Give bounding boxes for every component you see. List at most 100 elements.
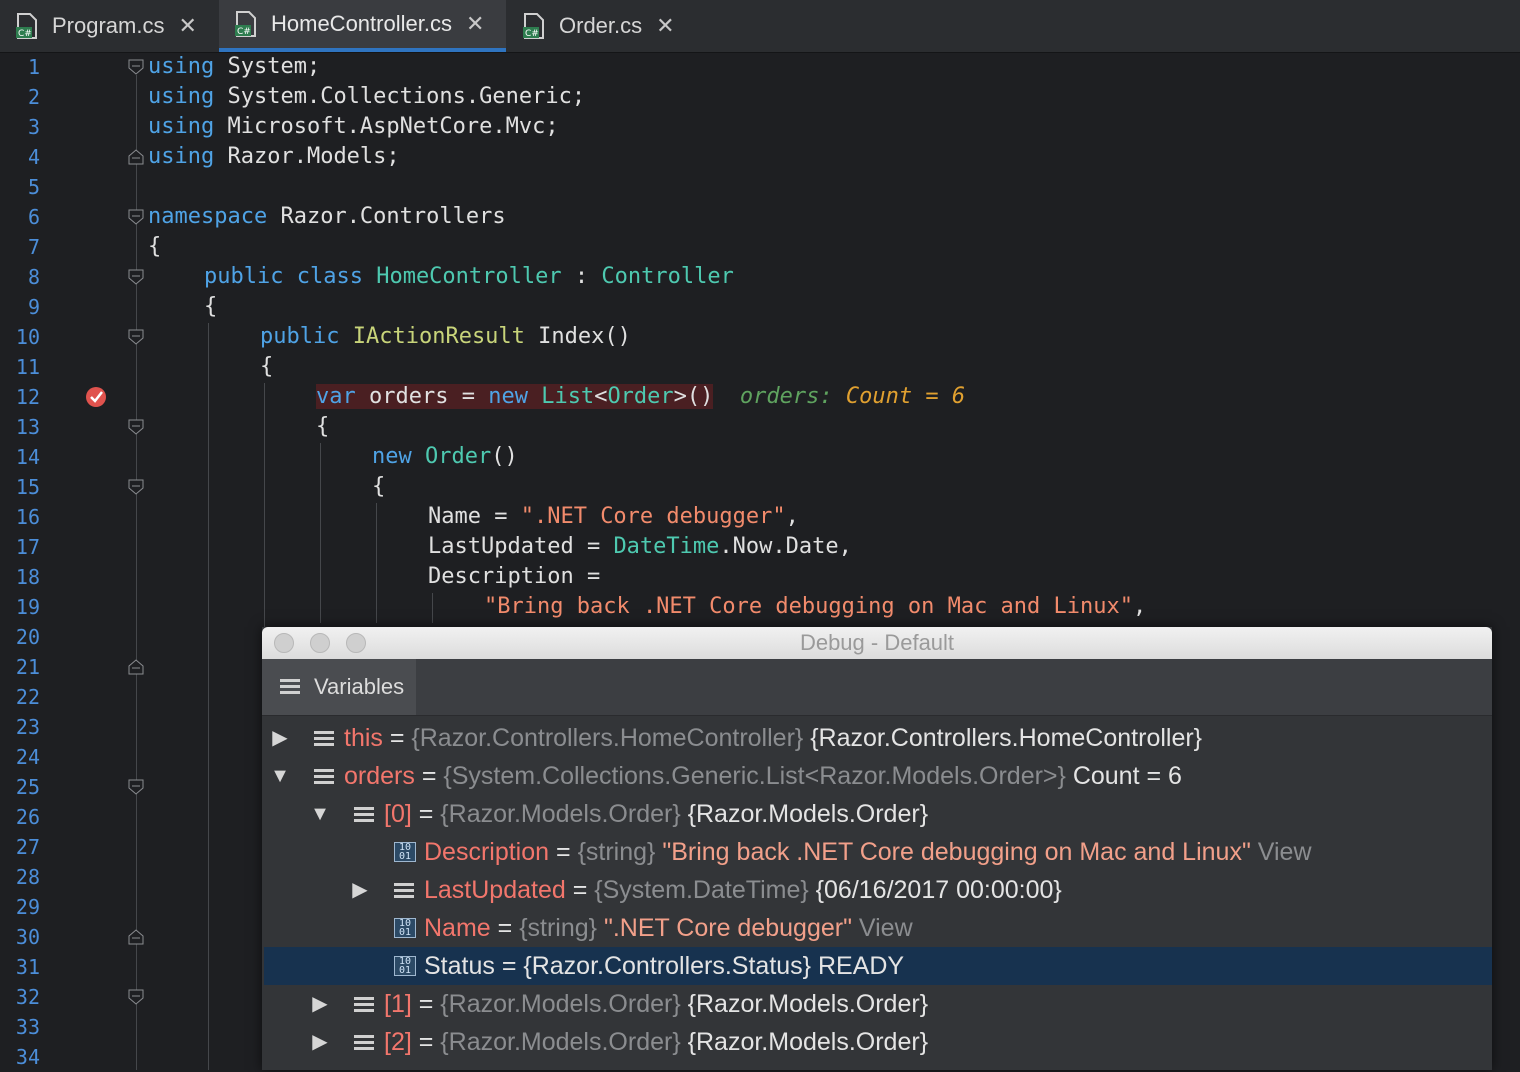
code-line-4: using Razor.Models; — [148, 144, 400, 169]
line-number[interactable]: 4 — [0, 142, 40, 172]
line-number[interactable]: 29 — [0, 892, 40, 922]
fold-open-icon[interactable] — [128, 209, 144, 225]
variable-row-order-1[interactable]: ▶ [1] = {Razor.Models.Order} {Razor.Mode… — [264, 985, 1492, 1023]
line-number[interactable]: 21 — [0, 652, 40, 682]
inline-value-name: orders: — [739, 384, 833, 409]
code-line-7: { — [148, 234, 162, 259]
line-number[interactable]: 16 — [0, 502, 40, 532]
fold-open-icon[interactable] — [128, 779, 144, 795]
tab-homecontroller-cs[interactable]: C# HomeController.cs ✕ — [219, 0, 506, 52]
tab-program-cs[interactable]: C# Program.cs ✕ — [0, 0, 218, 52]
debug-pad-tabs: Variables — [262, 659, 1492, 716]
object-icon — [354, 807, 374, 823]
code-line-6: namespace Razor.Controllers — [148, 204, 506, 229]
line-number[interactable]: 34 — [0, 1042, 40, 1072]
indent-guide — [432, 593, 433, 623]
line-number[interactable]: 30 — [0, 922, 40, 952]
line-number[interactable]: 6 — [0, 202, 40, 232]
line-number[interactable]: 15 — [0, 472, 40, 502]
breakpoint-highlight: var orders = new List<Order>() — [316, 384, 714, 409]
tab-variables-label: Variables — [314, 674, 405, 699]
line-number[interactable]: 8 — [0, 262, 40, 292]
line-number[interactable]: 10 — [0, 322, 40, 352]
line-number[interactable]: 22 — [0, 682, 40, 712]
code-line-11: { — [260, 354, 274, 379]
code-line-9: { — [204, 294, 218, 319]
line-number[interactable]: 17 — [0, 532, 40, 562]
line-number[interactable]: 3 — [0, 112, 40, 142]
csharp-file-icon: C# — [16, 13, 38, 39]
line-number[interactable]: 33 — [0, 1012, 40, 1042]
variable-row-orders[interactable]: ▼ orders = {System.Collections.Generic.L… — [264, 757, 1492, 795]
line-number[interactable]: 27 — [0, 832, 40, 862]
line-number[interactable]: 19 — [0, 592, 40, 622]
primitive-value-icon: 10 01 — [394, 918, 416, 938]
variable-row-order-0[interactable]: ▼ [0] = {Razor.Models.Order} {Razor.Mode… — [264, 795, 1492, 833]
fold-open-icon[interactable] — [128, 329, 144, 345]
fold-open-icon[interactable] — [128, 479, 144, 495]
debug-window-titlebar[interactable]: Debug - Default — [262, 627, 1492, 659]
fold-open-icon[interactable] — [128, 419, 144, 435]
variable-row-order-2[interactable]: ▶ [2] = {Razor.Models.Order} {Razor.Mode… — [264, 1023, 1492, 1061]
variable-row-status[interactable]: 10 01 Status = {Razor.Controllers.Status}… — [264, 947, 1492, 985]
line-number[interactable]: 5 — [0, 172, 40, 202]
code-line-1: using System; — [148, 54, 321, 79]
line-number[interactable]: 24 — [0, 742, 40, 772]
view-link[interactable]: View — [1251, 838, 1312, 866]
line-number[interactable]: 7 — [0, 232, 40, 262]
code-line-12: var orders = new List<Order>() orders: C… — [316, 382, 965, 412]
line-number[interactable]: 32 — [0, 982, 40, 1012]
line-number[interactable]: 25 — [0, 772, 40, 802]
variable-row-this[interactable]: ▶ this = {Razor.Controllers.HomeControll… — [264, 719, 1492, 757]
line-number[interactable]: 14 — [0, 442, 40, 472]
line-number[interactable]: 9 — [0, 292, 40, 322]
primitive-value-icon: 10 01 — [394, 842, 416, 862]
code-line-16: Name = ".NET Core debugger", — [428, 504, 799, 529]
line-number[interactable]: 12 — [0, 382, 40, 412]
view-link[interactable]: View — [852, 914, 913, 942]
line-number[interactable]: 20 — [0, 622, 40, 652]
expand-arrow-icon[interactable]: ▶ — [270, 719, 290, 757]
indent-guide — [320, 443, 321, 623]
code-line-13: { — [316, 414, 330, 439]
tab-order-cs[interactable]: C# Order.cs ✕ — [507, 0, 697, 52]
fold-open-icon[interactable] — [128, 269, 144, 285]
variable-row-lastupdated[interactable]: ▶ LastUpdated = {System.DateTime} {06/16… — [264, 871, 1492, 909]
code-line-10: public IActionResult Index() — [260, 324, 631, 349]
line-number[interactable]: 18 — [0, 562, 40, 592]
close-icon[interactable]: ✕ — [656, 13, 674, 39]
line-number[interactable]: 28 — [0, 862, 40, 892]
variable-row-name[interactable]: 10 01 Name = {string} ".NET Core debugger… — [264, 909, 1492, 947]
fold-end-icon — [128, 929, 144, 945]
line-number[interactable]: 2 — [0, 82, 40, 112]
object-icon — [314, 731, 334, 747]
breakpoint-icon[interactable] — [85, 386, 107, 408]
collapse-arrow-icon[interactable]: ▼ — [310, 795, 330, 833]
tab-label: HomeController.cs — [271, 11, 452, 36]
expand-arrow-icon[interactable]: ▶ — [310, 1023, 330, 1061]
object-icon — [354, 997, 374, 1013]
variable-row-description[interactable]: 10 01 Description = {string} "Bring back … — [264, 833, 1492, 871]
tab-variables[interactable]: Variables — [262, 659, 416, 715]
indent-guide — [208, 323, 209, 1070]
close-icon[interactable]: ✕ — [466, 11, 484, 37]
code-line-8: public class HomeController : Controller — [204, 264, 734, 289]
close-icon[interactable]: ✕ — [178, 13, 196, 39]
debug-window: Debug - Default Variables ▶ this = {Razo… — [262, 627, 1492, 1070]
svg-text:C#: C# — [525, 29, 539, 39]
collapse-arrow-icon[interactable]: ▼ — [270, 757, 290, 795]
csharp-file-icon: C# — [523, 13, 545, 39]
debug-window-title: Debug - Default — [799, 630, 955, 655]
line-number[interactable]: 26 — [0, 802, 40, 832]
tab-label: Order.cs — [559, 13, 643, 38]
expand-arrow-icon[interactable]: ▶ — [310, 985, 330, 1023]
fold-open-icon[interactable] — [128, 59, 144, 75]
line-number[interactable]: 11 — [0, 352, 40, 382]
line-number[interactable]: 23 — [0, 712, 40, 742]
line-number[interactable]: 13 — [0, 412, 40, 442]
editor-tab-bar: C# Program.cs ✕ C# HomeController.cs ✕ C… — [0, 0, 1520, 53]
expand-arrow-icon[interactable]: ▶ — [350, 871, 370, 909]
line-number[interactable]: 31 — [0, 952, 40, 982]
line-number[interactable]: 1 — [0, 52, 40, 82]
fold-open-icon[interactable] — [128, 989, 144, 1005]
